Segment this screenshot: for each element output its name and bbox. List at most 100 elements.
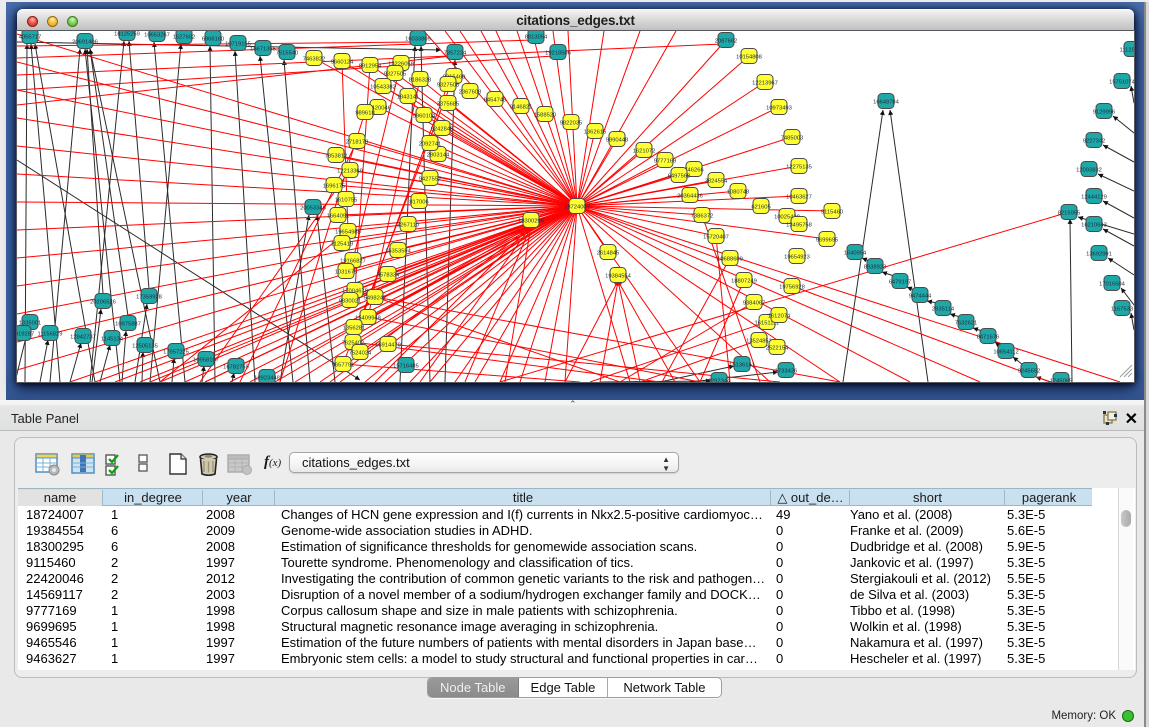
svg-text:18724007: 18724007	[564, 205, 590, 211]
svg-text:12923448: 12923448	[254, 376, 280, 382]
svg-text:817006: 817006	[409, 200, 428, 206]
svg-text:12505135: 12505135	[132, 344, 158, 350]
svg-text:3375685: 3375685	[437, 102, 460, 108]
svg-text:18125259: 18125259	[114, 32, 140, 38]
svg-text:20206526: 20206526	[90, 300, 116, 306]
svg-text:1031675: 1031675	[335, 270, 358, 276]
svg-text:9960104: 9960104	[413, 114, 436, 120]
svg-text:16033809: 16033809	[405, 37, 431, 43]
svg-text:4055717: 4055717	[19, 35, 42, 41]
svg-text:19654923: 19654923	[784, 255, 810, 261]
svg-text:7386372: 7386372	[691, 214, 714, 220]
svg-text:18807249: 18807249	[731, 279, 757, 285]
svg-text:19756928: 19756928	[779, 285, 805, 291]
svg-text:20053346: 20053346	[300, 206, 326, 212]
svg-text:1664091: 1664091	[327, 214, 350, 220]
svg-text:9427552: 9427552	[419, 177, 442, 183]
svg-text:8813054: 8813054	[525, 35, 548, 41]
svg-text:1610755: 1610755	[335, 198, 358, 204]
svg-text:8215955: 8215955	[1058, 211, 1081, 217]
svg-text:15136141: 15136141	[729, 363, 755, 369]
svg-text:19218506: 19218506	[545, 51, 571, 57]
svg-text:16914479: 16914479	[375, 343, 401, 349]
svg-text:12942737: 12942737	[70, 335, 96, 341]
svg-text:12213369: 12213369	[337, 169, 363, 175]
svg-text:9129996: 9129996	[1093, 110, 1116, 116]
svg-text:9327508: 9327508	[437, 83, 460, 89]
svg-text:9919287: 9919287	[17, 332, 34, 338]
svg-text:1356281: 1356281	[343, 326, 366, 332]
svg-text:7853812: 7853812	[325, 154, 348, 160]
svg-text:2087662: 2087662	[715, 39, 738, 45]
svg-text:15751074: 15751074	[1109, 80, 1134, 86]
svg-text:15720407: 15720407	[703, 235, 729, 241]
svg-text:7463822: 7463822	[303, 57, 326, 63]
svg-text:13495758: 13495758	[786, 223, 812, 229]
svg-text:1621072: 1621072	[633, 149, 656, 155]
svg-text:9115460: 9115460	[821, 210, 843, 216]
svg-text:12213967: 12213967	[752, 81, 778, 87]
svg-text:10958107: 10958107	[193, 358, 219, 364]
svg-text:7524024: 7524024	[349, 351, 372, 357]
svg-text:10543382: 10543382	[370, 85, 396, 91]
svg-text:9990448: 9990448	[606, 138, 629, 144]
svg-text:1612074: 1612074	[768, 314, 791, 320]
svg-text:10654112: 10654112	[993, 350, 1018, 356]
svg-text:16782759: 16782759	[223, 365, 249, 371]
svg-text:15716485: 15716485	[393, 364, 419, 370]
svg-text:2614845: 2614845	[597, 251, 620, 257]
svg-text:18300295: 18300295	[518, 219, 544, 225]
svg-text:20691406: 20691406	[72, 40, 98, 46]
svg-text:9242848: 9242848	[431, 127, 454, 133]
svg-text:9822035: 9822035	[560, 121, 583, 127]
svg-text:12275135: 12275135	[786, 165, 812, 171]
svg-text:621605: 621605	[751, 205, 770, 211]
svg-text:9699695: 9699695	[816, 238, 839, 244]
svg-text:2522154: 2522154	[766, 346, 789, 352]
svg-text:7357224: 7357224	[444, 51, 467, 57]
svg-text:9830021: 9830021	[339, 299, 362, 305]
svg-text:17957225: 17957225	[163, 350, 189, 356]
svg-text:17359928: 17359928	[136, 295, 162, 301]
svg-text:1145134: 1145134	[101, 337, 124, 343]
svg-text:9384067: 9384067	[743, 301, 766, 307]
svg-text:1640954: 1640954	[844, 251, 867, 257]
svg-text:1696175: 1696175	[323, 184, 346, 190]
svg-text:9657791: 9657791	[332, 363, 355, 369]
svg-text:10154808: 10154808	[736, 55, 762, 61]
svg-text:9227342: 9227342	[1083, 139, 1106, 145]
svg-text:13524851: 13524851	[746, 339, 772, 345]
svg-text:15353594: 15353594	[385, 249, 412, 255]
svg-text:12093832: 12093832	[1076, 168, 1102, 174]
svg-text:9146821: 9146821	[510, 105, 533, 111]
svg-text:9245652: 9245652	[1018, 369, 1041, 375]
svg-text:989618: 989618	[355, 111, 374, 117]
svg-text:8471676: 8471676	[977, 335, 1000, 341]
svg-text:2803144: 2803144	[427, 153, 450, 159]
svg-text:16648784: 16648784	[873, 100, 900, 106]
svg-text:2718170: 2718170	[346, 140, 369, 146]
svg-text:10973493: 10973493	[766, 106, 792, 112]
svg-text:13692991: 13692991	[1086, 252, 1112, 258]
svg-text:9327505: 9327505	[384, 72, 407, 78]
svg-text:8186328: 8186328	[409, 78, 432, 84]
svg-text:6497568: 6497568	[668, 174, 691, 180]
svg-text:3267110: 3267110	[397, 223, 419, 229]
svg-text:3578334: 3578334	[377, 273, 400, 279]
svg-text:9474444: 9474444	[909, 294, 932, 300]
svg-text:1080748: 1080748	[727, 190, 750, 196]
svg-text:1588520: 1588520	[534, 113, 557, 119]
svg-text:1292344: 1292344	[708, 379, 731, 383]
svg-text:1362615: 1362615	[584, 130, 607, 136]
svg-text:10653267: 10653267	[144, 33, 170, 39]
svg-text:1167533: 1167533	[1111, 307, 1133, 313]
svg-text:10463627: 10463627	[786, 195, 812, 201]
svg-text:10975887: 10975887	[115, 322, 141, 328]
svg-text:1843141: 1843141	[397, 95, 420, 101]
svg-text:1527602: 1527602	[173, 35, 196, 41]
svg-text:2092741: 2092741	[419, 142, 442, 148]
svg-text:1245065: 1245065	[1050, 379, 1073, 383]
svg-text:9660124: 9660124	[331, 60, 354, 66]
svg-text:7632621: 7632621	[955, 321, 978, 327]
svg-text:17016504: 17016504	[1099, 282, 1126, 288]
